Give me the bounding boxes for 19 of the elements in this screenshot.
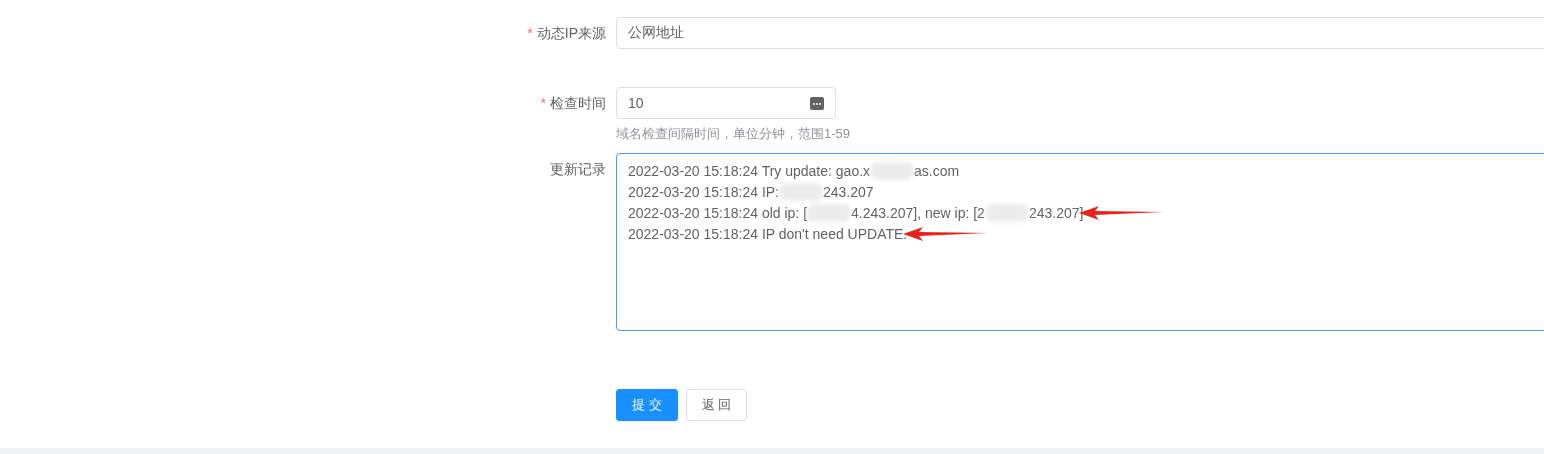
field-label: 更新记录	[550, 160, 606, 179]
log-text: 4.243.207], new ip: [2	[851, 204, 985, 221]
field-label: 动态IP来源	[536, 24, 606, 43]
field-label: 检查时间	[550, 94, 606, 113]
more-icon[interactable]	[810, 96, 824, 110]
field-hint: 域名检查间隔时间，单位分钟，范围1-59	[616, 125, 851, 143]
log-text: 2022-03-20 15:18:24 IP don't need UPDATE.	[628, 225, 908, 242]
source-field[interactable]: 公网地址	[616, 17, 1544, 49]
log-text: as.com	[914, 162, 960, 179]
log-text: 243.207	[823, 183, 874, 200]
log-text: 2022-03-20 15:18:24 IP:	[628, 183, 779, 200]
log-text: 243.207]	[1028, 204, 1084, 221]
back-button[interactable]: 返 回	[685, 389, 748, 421]
required-mark: *	[540, 94, 546, 113]
interval-field[interactable]: 10	[616, 87, 836, 119]
log-text: 2022-03-20 15:18:24 Try update: gao.x	[628, 162, 871, 179]
required-mark: *	[527, 24, 533, 43]
log-area[interactable]: 2022-03-20 15:18:24 Try update: gao.x as.com 2022-03-20 15:18:24 IP: 243.207 2022-03-20 15:18:24 old ip: [ 4.243.207], new ip: [2 243.207] 2022-03-20 15:18:24 IP don't need UPDATE.	[616, 153, 1544, 331]
log-text: 2022-03-20 15:18:24 old ip: [	[628, 204, 808, 221]
